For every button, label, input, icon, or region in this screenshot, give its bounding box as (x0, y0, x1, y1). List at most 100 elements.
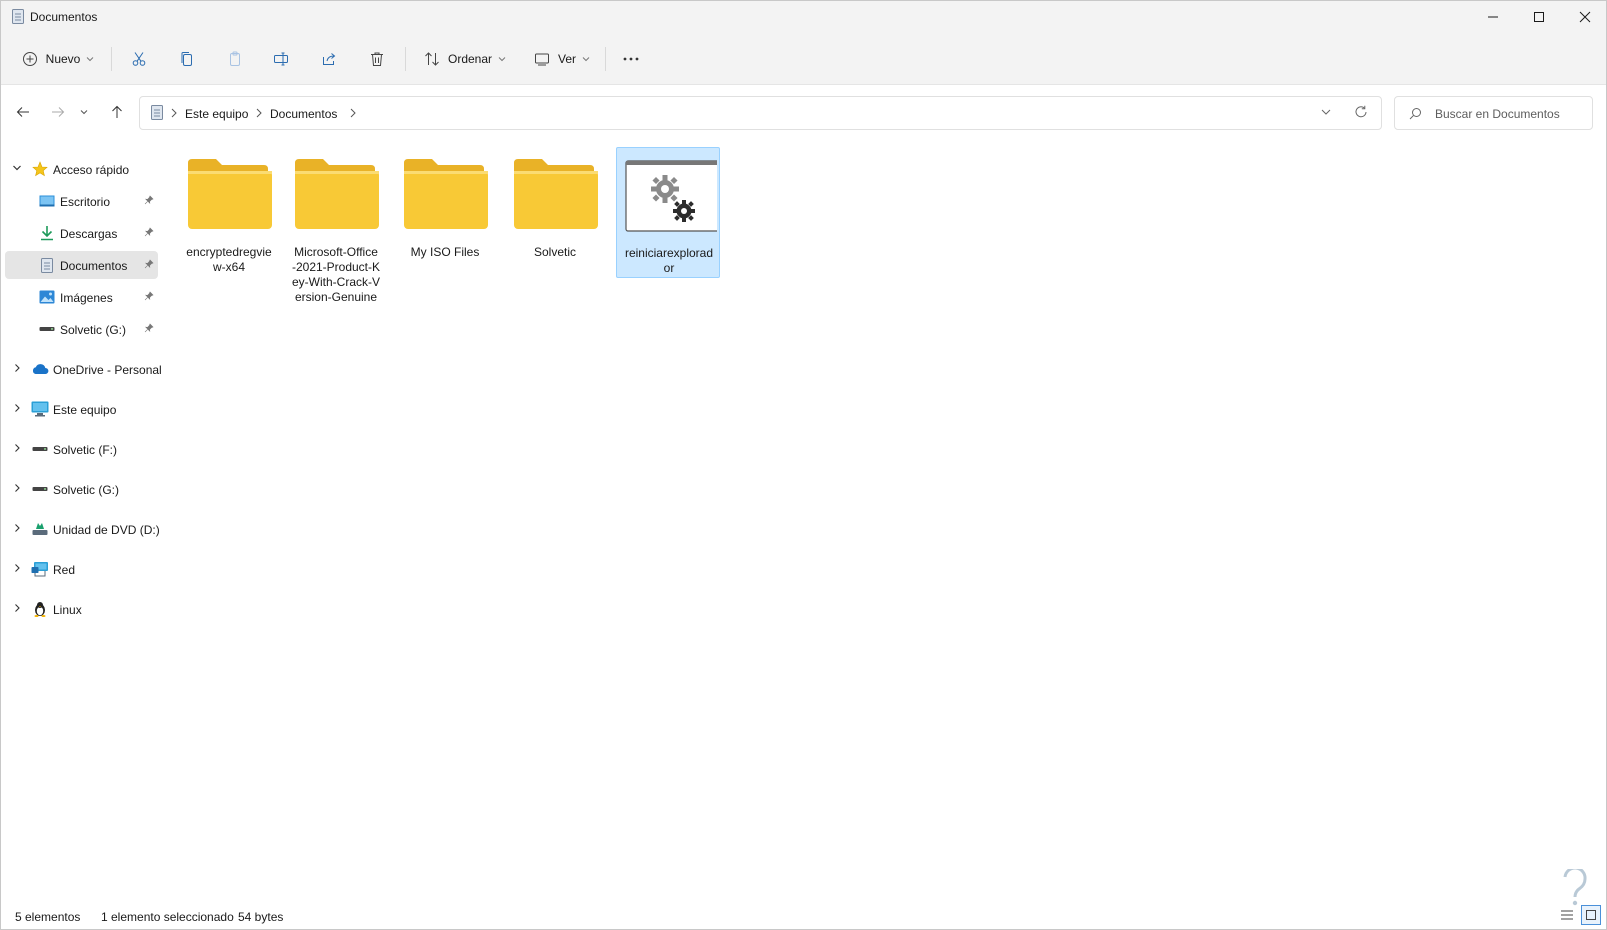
view-button[interactable]: Ver (527, 43, 597, 75)
nav-item-linux[interactable]: Linux (5, 595, 158, 623)
file-name: My ISO Files (410, 245, 480, 259)
new-button-label: Nuevo (45, 52, 81, 66)
pin-icon[interactable] (144, 291, 154, 301)
nav-item-dvd-drive[interactable]: Unidad de DVD (D:) (5, 515, 160, 543)
search-input[interactable]: Buscar en Documentos (1435, 107, 1560, 121)
nav-label: Unidad de DVD (D:) (53, 523, 160, 537)
plus-circle-icon (22, 52, 37, 66)
nav-item-documentos[interactable]: Documentos (5, 251, 158, 279)
chevron-right-icon (256, 108, 262, 118)
nav-item-imagenes[interactable]: Imágenes (5, 283, 158, 311)
chevron-right-icon[interactable] (12, 523, 22, 533)
pin-icon[interactable] (144, 195, 154, 205)
close-icon (1579, 11, 1591, 23)
folder-icon (188, 159, 272, 229)
settings-file-icon (625, 160, 717, 232)
nav-label: OneDrive - Personal (53, 363, 162, 377)
file-item-folder[interactable]: My ISO Files (393, 147, 497, 277)
chevron-right-icon[interactable] (12, 403, 22, 413)
address-bar[interactable]: Este equipo Documentos (139, 96, 1382, 130)
delete-button[interactable] (361, 43, 393, 75)
file-item-folder[interactable]: encryptedregvie w-x64 (177, 147, 281, 307)
chevron-right-icon[interactable] (12, 603, 22, 613)
new-button[interactable]: Nuevo (15, 43, 101, 75)
nav-item-solvetic-g[interactable]: Solvetic (G:) (5, 475, 158, 503)
large-icons-view-button[interactable] (1581, 905, 1601, 925)
view-icon (534, 53, 549, 66)
nav-item-escritorio[interactable]: Escritorio (5, 187, 158, 215)
breadcrumb-este-equipo[interactable]: Este equipo (185, 107, 248, 121)
rename-button[interactable] (265, 43, 297, 75)
pin-icon[interactable] (144, 259, 154, 269)
documents-icon (38, 257, 56, 273)
forward-button[interactable] (44, 98, 72, 126)
details-view-icon (1561, 910, 1573, 920)
chevron-down-icon (86, 57, 94, 62)
pictures-icon (38, 289, 56, 305)
nav-label: Documentos (60, 259, 128, 273)
chevron-right-icon[interactable] (12, 483, 22, 493)
nav-item-solvetic-g-pinned[interactable]: Solvetic (G:) (5, 315, 158, 343)
maximize-button[interactable] (1516, 1, 1562, 33)
nav-label: Acceso rápido (53, 163, 130, 177)
nav-label: Escritorio (60, 195, 111, 209)
chevron-right-icon[interactable] (12, 563, 22, 573)
file-item-selected[interactable]: reiniciarexplorad or (616, 147, 720, 278)
command-bar: Nuevo Ordenar Ver (1, 33, 1606, 85)
chevron-right-icon (350, 108, 356, 118)
ellipsis-icon (623, 57, 639, 61)
search-box[interactable]: Buscar en Documentos (1394, 96, 1593, 130)
pin-icon[interactable] (144, 227, 154, 237)
refresh-icon[interactable] (1354, 105, 1368, 119)
minimize-icon (1488, 16, 1498, 18)
nav-item-este-equipo[interactable]: Este equipo (5, 395, 158, 423)
network-icon (31, 561, 49, 577)
trash-icon (371, 52, 383, 66)
details-view-button[interactable] (1557, 905, 1577, 925)
navigation-pane: Acceso rápido Escritorio Descargas Docum… (1, 146, 162, 906)
back-button[interactable] (9, 98, 37, 126)
window-title: Documentos (30, 10, 98, 24)
nav-item-descargas[interactable]: Descargas (5, 219, 158, 247)
paste-button[interactable] (219, 43, 251, 75)
file-name: Microsoft-Office -2021-Product-K ey-With… (291, 245, 381, 304)
nav-item-red[interactable]: Red (5, 555, 158, 583)
arrow-right-icon (52, 107, 65, 117)
copy-button[interactable] (171, 43, 203, 75)
toolbar-divider (111, 47, 112, 71)
nav-item-onedrive[interactable]: OneDrive - Personal (5, 355, 162, 383)
more-options-button[interactable] (615, 43, 647, 75)
address-history-dropdown-icon[interactable] (1320, 106, 1332, 118)
chevron-down-icon[interactable] (12, 163, 22, 173)
selection-size: 54 bytes (238, 910, 284, 924)
nav-item-solvetic-f[interactable]: Solvetic (F:) (5, 435, 158, 463)
nav-label: Imágenes (60, 291, 113, 305)
chevron-right-icon (171, 108, 177, 118)
chevron-down-icon (582, 57, 590, 62)
nav-label: Solvetic (F:) (53, 443, 118, 457)
documents-icon (151, 105, 163, 120)
close-button[interactable] (1562, 1, 1607, 33)
search-icon (1409, 108, 1421, 120)
dvd-drive-icon (31, 521, 49, 537)
download-icon (38, 225, 56, 241)
file-item-folder[interactable]: Microsoft-Office -2021-Product-K ey-With… (284, 147, 388, 307)
share-button[interactable] (313, 43, 345, 75)
minimize-button[interactable] (1470, 1, 1516, 33)
up-button[interactable] (103, 98, 131, 126)
linux-penguin-icon (31, 601, 49, 617)
tiles-view-icon (1586, 910, 1596, 920)
pin-icon[interactable] (144, 323, 154, 333)
file-item-folder[interactable]: Solvetic (503, 147, 607, 277)
computer-icon (31, 401, 49, 417)
chevron-right-icon[interactable] (12, 363, 22, 373)
cut-button[interactable] (123, 43, 155, 75)
folder-icon (514, 159, 598, 229)
folder-icon (404, 159, 488, 229)
recent-locations-button[interactable] (75, 98, 93, 126)
breadcrumb-documentos[interactable]: Documentos (270, 107, 337, 121)
sort-button[interactable]: Ordenar (417, 43, 513, 75)
file-explorer-window: Documentos Nuevo Ordenar Ver Este equipo… (0, 0, 1607, 930)
chevron-right-icon[interactable] (12, 443, 22, 453)
nav-item-acceso-rapido[interactable]: Acceso rápido (5, 155, 158, 183)
